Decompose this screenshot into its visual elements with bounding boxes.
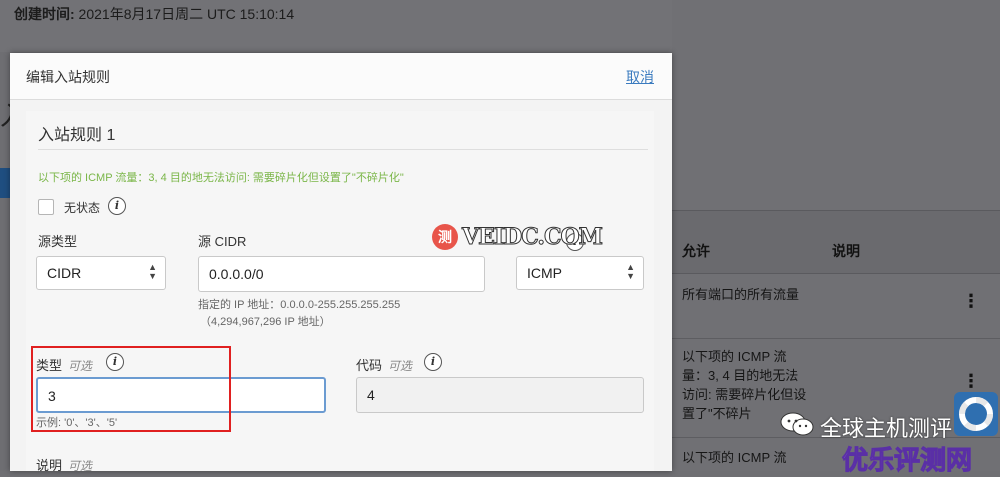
table-row: 所有端口的所有流量 ⋮ — [672, 273, 1000, 339]
brand-watermark: 优乐评测网 — [841, 445, 973, 476]
select-chevron-icon: ▲ ▼ — [626, 262, 635, 281]
rule-title: 入站规则 1 — [38, 127, 116, 144]
divider — [38, 149, 648, 150]
background-tab-marker — [0, 168, 10, 198]
column-header-description: 说明 — [832, 243, 860, 259]
icmp-warning-text: 以下项的 ICMP 流量：3, 4 目的地无法访问: 需要碎片化但设置了"不碎片… — [38, 172, 404, 184]
cancel-link[interactable]: 取消 — [626, 67, 654, 87]
wechat-icon — [780, 412, 814, 436]
source-type-select[interactable]: CIDR ▲ ▼ — [36, 256, 166, 290]
table-header: 允许 说明 — [672, 210, 1000, 274]
description-label: 说明 可选 — [36, 458, 93, 473]
watermark-logo: 测 VEIDC.COM — [432, 222, 604, 252]
cidr-hint-range: 指定的 IP 地址：0.0.0.0-255.255.255.255 — [198, 299, 401, 311]
created-time: 创建时间: 2021年8月17日周二 UTC 15:10:14 — [14, 6, 295, 22]
wechat-account-name: 全球主机测评 — [820, 416, 953, 441]
watermark-badge: 测 — [432, 224, 458, 250]
dialog-title: 编辑入站规则 — [26, 69, 110, 85]
info-icon[interactable]: i — [108, 197, 126, 215]
source-cidr-input[interactable]: 0.0.0.0/0 — [198, 256, 485, 292]
select-chevron-icon: ▲ ▼ — [148, 262, 157, 281]
ip-protocol-value: ICMP — [527, 265, 562, 281]
code-label: 代码 可选 — [356, 358, 413, 373]
row-actions-icon[interactable]: ⋮ — [962, 291, 980, 312]
row-allow-text: 以下项的 ICMP 流 — [682, 450, 787, 465]
dialog-header: 编辑入站规则 取消 — [10, 53, 672, 100]
watermark-text: VEIDC.COM — [461, 224, 603, 251]
source-type-value: CIDR — [47, 265, 82, 281]
row-actions-icon[interactable]: ⋮ — [962, 371, 980, 392]
stateless-label: 无状态 — [64, 201, 101, 215]
info-icon[interactable]: i — [424, 353, 442, 371]
source-cidr-label: 源 CIDR — [198, 234, 247, 249]
help-widget[interactable] — [954, 392, 998, 436]
ip-protocol-select[interactable]: ICMP ▲ ▼ — [516, 256, 644, 290]
icmp-code-input[interactable]: 4 — [356, 377, 644, 413]
lifebuoy-icon — [959, 397, 993, 431]
annotation-highlight-box — [31, 346, 231, 432]
source-type-label: 源类型 — [38, 234, 78, 249]
cidr-hint-count: （4,294,967,296 IP 地址） — [200, 316, 331, 328]
stateless-checkbox[interactable] — [38, 199, 54, 215]
column-header-allow: 允许 — [682, 243, 710, 259]
row-allow-text: 所有端口的所有流量 — [682, 287, 800, 302]
